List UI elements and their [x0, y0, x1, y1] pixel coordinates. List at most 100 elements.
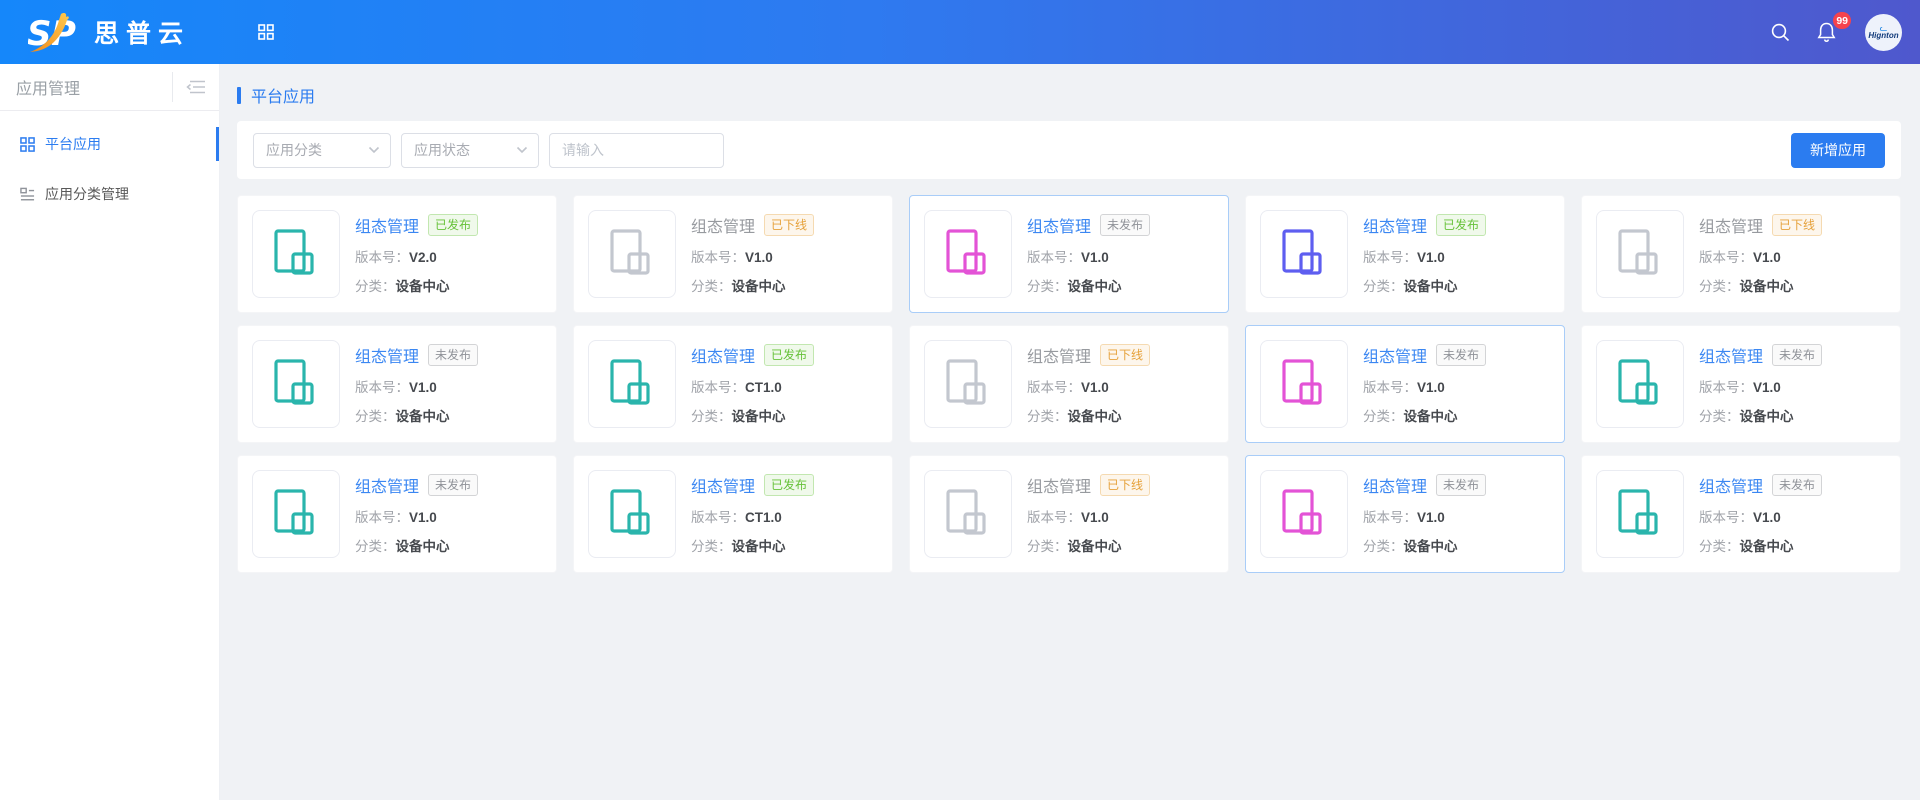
app-card[interactable]: 组态管理 未发布 版本号：V1.0 分类：设备中心 [909, 195, 1229, 313]
apps-grid-icon[interactable] [258, 24, 274, 40]
app-category: 分类：设备中心 [1699, 275, 1822, 295]
app-card[interactable]: 组态管理 已发布 版本号：V2.0 分类：设备中心 [237, 195, 557, 313]
app-title-link[interactable]: 组态管理 [1027, 213, 1091, 237]
page-title: 平台应用 [237, 83, 1901, 107]
category-icon [20, 187, 35, 202]
app-card[interactable]: 组态管理 已下线 版本号：V1.0 分类：设备中心 [909, 455, 1229, 573]
page-title-text: 平台应用 [251, 83, 315, 107]
app-icon [1596, 470, 1684, 558]
app-title-link[interactable]: 组态管理 [1699, 343, 1763, 367]
app-title-link[interactable]: 组态管理 [355, 343, 419, 367]
status-badge: 未发布 [1772, 474, 1822, 496]
status-badge: 已发布 [764, 474, 814, 496]
app-title-link[interactable]: 组态管理 [1027, 343, 1091, 367]
app-icon [924, 340, 1012, 428]
sidebar-item-platform-apps[interactable]: 平台应用 [0, 119, 219, 169]
app-icon [1260, 470, 1348, 558]
app-category: 分类：设备中心 [355, 275, 478, 295]
topbar: S P 思普云 99 ᓚ Hignton [0, 0, 1920, 64]
app-title-link[interactable]: 组态管理 [355, 213, 419, 237]
app-card[interactable]: 组态管理 未发布 版本号：V1.0 分类：设备中心 [1581, 455, 1901, 573]
app-card[interactable]: 组态管理 已发布 版本号：CT1.0 分类：设备中心 [573, 325, 893, 443]
app-title-link[interactable]: 组态管理 [1363, 343, 1427, 367]
app-title-link[interactable]: 组态管理 [1363, 473, 1427, 497]
app-category-select-value: 应用分类 [266, 140, 368, 160]
app-card-info: 组态管理 未发布 版本号：V1.0 分类：设备中心 [1699, 471, 1822, 557]
app-title-link[interactable]: 组态管理 [691, 213, 755, 237]
svg-text:S: S [28, 14, 52, 53]
notification-bell-icon[interactable]: 99 [1813, 19, 1839, 45]
status-badge: 未发布 [1436, 474, 1486, 496]
app-version: 版本号：V1.0 [1363, 376, 1486, 396]
app-card[interactable]: 组态管理 已发布 版本号：V1.0 分类：设备中心 [1245, 195, 1565, 313]
app-category-select[interactable]: 应用分类 [253, 133, 391, 168]
app-category: 分类：设备中心 [1699, 405, 1822, 425]
status-badge: 未发布 [1436, 344, 1486, 366]
app-category: 分类：设备中心 [691, 405, 814, 425]
app-card-info: 组态管理 已发布 版本号：V2.0 分类：设备中心 [355, 211, 478, 297]
app-category: 分类：设备中心 [1027, 275, 1150, 295]
app-card-info: 组态管理 未发布 版本号：V1.0 分类：设备中心 [1363, 341, 1486, 427]
app-card[interactable]: 组态管理 已下线 版本号：V1.0 分类：设备中心 [573, 195, 893, 313]
app-version: 版本号：V1.0 [1699, 246, 1822, 266]
grid-icon [20, 137, 35, 152]
app-title-link[interactable]: 组态管理 [1027, 473, 1091, 497]
sidebar-header: 应用管理 [0, 64, 219, 110]
app-status-select[interactable]: 应用状态 [401, 133, 539, 168]
app-card-info: 组态管理 已发布 版本号：V1.0 分类：设备中心 [1363, 211, 1486, 297]
status-badge: 已下线 [764, 214, 814, 236]
app-title-link[interactable]: 组态管理 [1363, 213, 1427, 237]
add-app-button[interactable]: 新增应用 [1791, 133, 1885, 168]
app-category: 分类：设备中心 [355, 405, 478, 425]
app-card-info: 组态管理 未发布 版本号：V1.0 分类：设备中心 [355, 471, 478, 557]
app-version: 版本号：V1.0 [355, 376, 478, 396]
collapse-menu-icon[interactable] [172, 72, 219, 102]
app-icon [252, 470, 340, 558]
app-card-info: 组态管理 已发布 版本号：CT1.0 分类：设备中心 [691, 341, 814, 427]
app-category: 分类：设备中心 [1027, 535, 1150, 555]
app-card[interactable]: 组态管理 已下线 版本号：V1.0 分类：设备中心 [909, 325, 1229, 443]
app-card[interactable]: 组态管理 未发布 版本号：V1.0 分类：设备中心 [237, 325, 557, 443]
app-card-info: 组态管理 未发布 版本号：V1.0 分类：设备中心 [355, 341, 478, 427]
app-version: 版本号：V1.0 [1363, 246, 1486, 266]
app-card-info: 组态管理 未发布 版本号：V1.0 分类：设备中心 [1027, 211, 1150, 297]
search-icon[interactable] [1767, 19, 1793, 45]
app-icon [588, 340, 676, 428]
status-badge: 未发布 [1100, 214, 1150, 236]
app-title-link[interactable]: 组态管理 [691, 473, 755, 497]
app-card-info: 组态管理 未发布 版本号：V1.0 分类：设备中心 [1699, 341, 1822, 427]
chevron-down-icon [368, 146, 380, 154]
app-title-link[interactable]: 组态管理 [355, 473, 419, 497]
app-card-grid: 组态管理 已发布 版本号：V2.0 分类：设备中心 组态管理 已下线 版本号：V… [237, 195, 1901, 573]
status-badge: 已下线 [1772, 214, 1822, 236]
app-card[interactable]: 组态管理 未发布 版本号：V1.0 分类：设备中心 [1581, 325, 1901, 443]
status-badge: 已发布 [764, 344, 814, 366]
sidebar-item-app-categories[interactable]: 应用分类管理 [0, 169, 219, 219]
topbar-actions: 99 ᓚ Hignton [1767, 14, 1902, 51]
status-badge: 未发布 [428, 474, 478, 496]
app-category: 分类：设备中心 [1363, 275, 1486, 295]
avatar[interactable]: ᓚ Hignton [1865, 14, 1902, 51]
app-card[interactable]: 组态管理 未发布 版本号：V1.0 分类：设备中心 [1245, 455, 1565, 573]
app-card-info: 组态管理 未发布 版本号：V1.0 分类：设备中心 [1363, 471, 1486, 557]
app-card[interactable]: 组态管理 已下线 版本号：V1.0 分类：设备中心 [1581, 195, 1901, 313]
notification-count-badge: 99 [1833, 12, 1851, 29]
app-card[interactable]: 组态管理 未发布 版本号：V1.0 分类：设备中心 [1245, 325, 1565, 443]
sidebar-item-label: 平台应用 [45, 134, 101, 154]
app-category: 分类：设备中心 [1027, 405, 1150, 425]
title-accent-bar [237, 87, 241, 104]
app-title-link[interactable]: 组态管理 [1699, 473, 1763, 497]
app-card[interactable]: 组态管理 未发布 版本号：V1.0 分类：设备中心 [237, 455, 557, 573]
search-input[interactable] [549, 133, 724, 168]
app-icon [1260, 340, 1348, 428]
app-card-info: 组态管理 已下线 版本号：V1.0 分类：设备中心 [1699, 211, 1822, 297]
app-title-link[interactable]: 组态管理 [1699, 213, 1763, 237]
app-title-link[interactable]: 组态管理 [691, 343, 755, 367]
sidebar-item-label: 应用分类管理 [45, 184, 129, 204]
status-badge: 已下线 [1100, 474, 1150, 496]
app-icon [1596, 340, 1684, 428]
status-badge: 未发布 [428, 344, 478, 366]
app-icon [1260, 210, 1348, 298]
app-version: 版本号：V1.0 [355, 506, 478, 526]
app-card[interactable]: 组态管理 已发布 版本号：CT1.0 分类：设备中心 [573, 455, 893, 573]
